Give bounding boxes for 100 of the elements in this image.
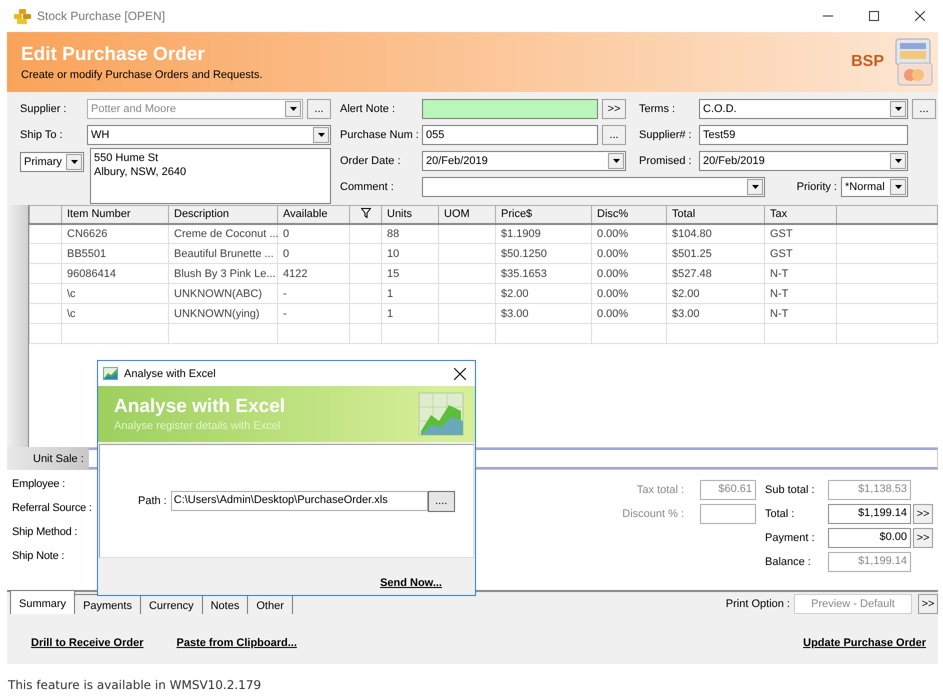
caret-icon <box>608 153 624 169</box>
field-label: Tax total : <box>636 484 685 496</box>
field-label: Total : <box>764 508 796 520</box>
column-header[interactable]: Item Number <box>62 206 168 224</box>
table-cell: $2.00 <box>666 284 764 304</box>
send-link[interactable]: Send Now... <box>380 576 442 588</box>
table-cell: 0 <box>278 244 350 264</box>
caret-icon <box>890 179 906 195</box>
column-header[interactable]: Disc% <box>592 206 666 224</box>
table-cell: 0.00% <box>592 224 666 244</box>
coins-icon <box>14 8 31 24</box>
tab[interactable]: Summary <box>10 590 76 614</box>
caret-icon <box>285 101 301 117</box>
text-field[interactable]: 055 <box>422 125 598 145</box>
table-cell: CN6626 <box>62 224 168 244</box>
table-cell: 0.00% <box>592 284 666 304</box>
table-cell: 0.00% <box>592 244 666 264</box>
address-dropdown[interactable]: Primary <box>20 152 84 172</box>
table-cell: 0.00% <box>592 264 666 284</box>
table-cell: $3.00 <box>666 304 764 324</box>
print-option-field[interactable]: Preview - Default <box>794 594 912 614</box>
field-label: Ship Method : <box>12 526 78 540</box>
table-cell: 1 <box>382 284 438 304</box>
dropdown[interactable]: *Normal <box>841 177 908 197</box>
dropdown[interactable]: C.O.D. <box>699 99 908 119</box>
table-cell: - <box>278 304 350 324</box>
window-title: Stock Purchase [OPEN] <box>37 9 166 23</box>
amount-field[interactable]: $0.00 <box>828 528 911 548</box>
page-title: Edit Purchase Order <box>21 44 206 66</box>
more-button[interactable]: ... <box>602 125 626 145</box>
logo-text: BSP <box>851 53 884 71</box>
amount-field[interactable]: $1,199.14 <box>828 504 911 524</box>
table-cell: N-T <box>764 284 836 304</box>
table-cell: 96086414 <box>62 264 168 284</box>
more-button[interactable]: >> <box>602 99 626 119</box>
column-header[interactable]: Tax <box>764 206 836 224</box>
field-label: Sub total : <box>764 484 816 496</box>
table-cell: $527.48 <box>666 264 764 284</box>
table-cell: - <box>278 284 350 304</box>
alert-field[interactable] <box>422 99 598 119</box>
table-cell: $3.00 <box>496 304 592 324</box>
table-cell: Blush By 3 Pink Le... <box>168 264 278 284</box>
close-icon <box>454 368 466 380</box>
dropdown[interactable] <box>422 177 765 197</box>
field-label: Payment : <box>764 532 816 544</box>
spreadsheet-chart-icon <box>417 391 465 437</box>
cards-icon <box>894 37 934 87</box>
dropdown[interactable]: 20/Feb/2019 <box>699 151 908 171</box>
field-label: Order Date : <box>340 155 402 167</box>
dropdown[interactable]: WH <box>87 125 331 145</box>
table-cell: 0 <box>278 224 350 244</box>
path-field[interactable]: C:\Users\Admin\Desktop\PurchaseOrder.xls <box>170 491 428 511</box>
action-link[interactable]: Drill to Receive Order <box>31 637 144 649</box>
field-label: Discount % : <box>621 508 685 520</box>
browse-button[interactable]: .... <box>428 490 455 512</box>
more-button[interactable]: ... <box>912 99 936 119</box>
caret-icon <box>890 101 906 117</box>
table-cell: 88 <box>382 224 438 244</box>
action-link[interactable]: Update Purchase Order <box>803 637 926 649</box>
column-header[interactable]: UOM <box>438 206 496 224</box>
field-label: Print Option : <box>726 598 790 610</box>
field-label: Path : <box>138 495 167 507</box>
more-button[interactable]: >> <box>913 504 933 524</box>
table-cell: Creme de Coconut ... <box>168 224 278 244</box>
field-label: Ship Note : <box>12 550 66 564</box>
field-label: Supplier# : <box>639 129 693 141</box>
table-cell: $2.00 <box>496 284 592 304</box>
caret-icon <box>890 153 906 169</box>
text-field[interactable]: Test59 <box>699 125 908 145</box>
table-cell: 4122 <box>278 264 350 284</box>
field-label: Supplier : <box>20 103 68 115</box>
column-header[interactable] <box>350 206 382 224</box>
table-cell: $104.80 <box>666 224 764 244</box>
column-header[interactable]: Description <box>168 206 278 224</box>
more-button[interactable]: >> <box>913 528 933 548</box>
column-header[interactable]: Units <box>382 206 438 224</box>
dropdown[interactable]: 20/Feb/2019 <box>422 151 626 171</box>
table-cell: Beautiful Brunette ... <box>168 244 278 264</box>
dialog-subtitle: Analyse register details with Excel <box>114 420 282 432</box>
caret-icon <box>313 127 329 143</box>
table-cell: 1 <box>382 304 438 324</box>
close-icon <box>915 11 925 21</box>
table-cell: GST <box>764 224 836 244</box>
more-button[interactable]: >> <box>918 594 938 614</box>
column-header[interactable]: Price$ <box>496 206 592 224</box>
address-field[interactable]: 550 Hume St Albury, NSW, 2640 <box>90 148 331 204</box>
column-header[interactable]: Total <box>666 206 764 224</box>
table-cell: 15 <box>382 264 438 284</box>
page-subtitle: Create or modify Purchase Orders and Requests. <box>21 68 263 80</box>
table-cell: \c <box>62 284 168 304</box>
field-label: Promised : <box>639 155 693 167</box>
table-cell: N-T <box>764 264 836 284</box>
table-cell: UNKNOWN(ying) <box>168 304 278 324</box>
action-link[interactable]: Paste from Clipboard... <box>176 637 297 649</box>
table-cell: $35.1653 <box>496 264 592 284</box>
column-header[interactable]: Available <box>278 206 350 224</box>
funnel-icon <box>360 208 370 218</box>
table-cell: GST <box>764 244 836 264</box>
caret-icon <box>747 179 763 195</box>
table-cell: 0.00% <box>592 304 666 324</box>
